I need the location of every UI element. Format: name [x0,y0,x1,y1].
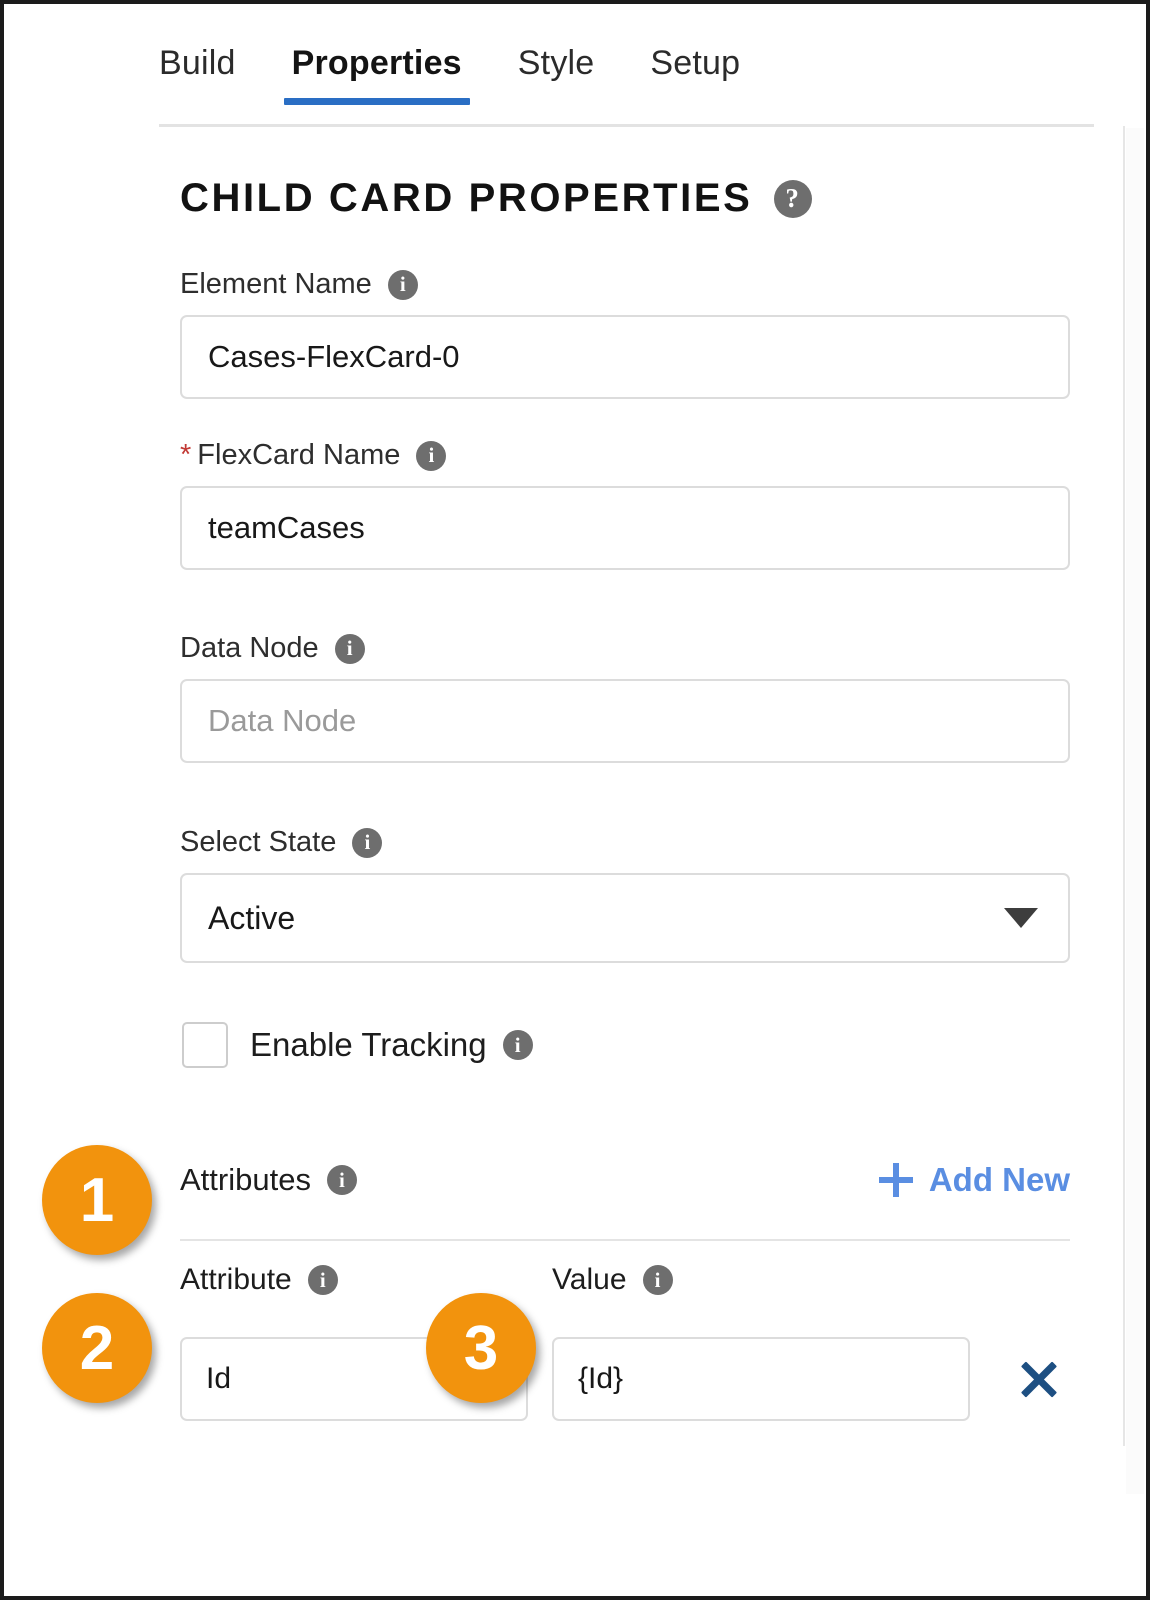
data-node-label: Data Node [180,632,319,664]
element-name-input[interactable]: Cases-FlexCard-0 [180,315,1070,399]
attribute-column-header: Attribute i [180,1263,552,1297]
element-name-label-row: Element Name i [180,268,1070,301]
flexcard-properties-panel: Build Properties Style Setup CHILD CARD … [0,0,1150,1600]
data-node-label-row: Data Node i [180,632,1070,665]
attributes-column-headers: Attribute i Value i [180,1263,1070,1297]
field-flexcard-name: * FlexCard Name i teamCases [180,439,1070,570]
attribute-column-label: Attribute [180,1263,292,1296]
field-element-name: Element Name i Cases-FlexCard-0 [180,268,1070,399]
info-icon[interactable]: i [326,1165,357,1195]
select-state-label-row: Select State i [180,826,1070,859]
enable-tracking-label-row: Enable Tracking i [250,1026,533,1064]
callout-badge-1: 1 [42,1145,152,1255]
add-new-label: Add New [928,1161,1070,1198]
tab-properties[interactable]: Properties [283,36,470,105]
tab-setup[interactable]: Setup [650,36,740,105]
info-icon[interactable]: i [387,269,418,300]
help-icon[interactable]: ? [774,179,813,218]
info-icon[interactable]: i [334,633,365,664]
select-state-dropdown[interactable]: Active [180,873,1070,963]
tab-build[interactable]: Build [159,36,236,105]
info-icon[interactable]: i [307,1265,338,1295]
flexcard-name-label: FlexCard Name [197,439,401,471]
scrollbar-track[interactable] [1126,128,1144,1494]
page-title-text: CHILD CARD PROPERTIES [180,176,753,220]
element-name-label: Element Name [180,268,372,300]
panel-right-divider [1123,126,1125,1446]
info-icon[interactable]: i [352,827,383,858]
page-title: CHILD CARD PROPERTIES ? [180,176,813,221]
attributes-divider [180,1239,1070,1241]
field-select-state: Select State i Active [180,826,1070,963]
enable-tracking-checkbox[interactable] [182,1022,228,1068]
flexcard-name-label-row: * FlexCard Name i [180,439,1070,472]
info-icon[interactable]: i [642,1265,673,1295]
value-column-header: Value i [552,1263,924,1297]
enable-tracking-label: Enable Tracking [250,1026,487,1063]
data-node-input[interactable]: Data Node [180,679,1070,763]
attributes-header: Attributes i Add New [180,1161,1070,1199]
callout-badge-2: 2 [42,1293,152,1403]
chevron-down-icon [1004,908,1038,928]
properties-panel-body: CHILD CARD PROPERTIES ? Element Name i C… [4,126,1123,1596]
plus-icon [878,1163,913,1197]
delete-attribute-button[interactable] [1016,1356,1062,1402]
value-column-label: Value [552,1263,627,1296]
field-data-node: Data Node i Data Node [180,632,1070,763]
add-new-attribute-button[interactable]: Add New [878,1161,1070,1199]
info-icon[interactable]: i [416,440,447,471]
select-state-value: Active [208,899,296,936]
required-asterisk: * [180,439,192,471]
flexcard-name-input[interactable]: teamCases [180,486,1070,570]
callout-badge-3: 3 [426,1293,536,1403]
info-icon[interactable]: i [502,1030,533,1060]
attributes-heading-row: Attributes i [180,1162,357,1198]
attribute-row: Id {Id} [180,1337,1062,1421]
attributes-heading: Attributes [180,1162,311,1197]
select-state-label: Select State [180,826,337,858]
tab-style[interactable]: Style [518,36,595,105]
tab-bar: Build Properties Style Setup [159,36,1094,126]
attribute-value-input[interactable]: {Id} [552,1337,970,1421]
enable-tracking-row[interactable]: Enable Tracking i [182,1022,533,1068]
